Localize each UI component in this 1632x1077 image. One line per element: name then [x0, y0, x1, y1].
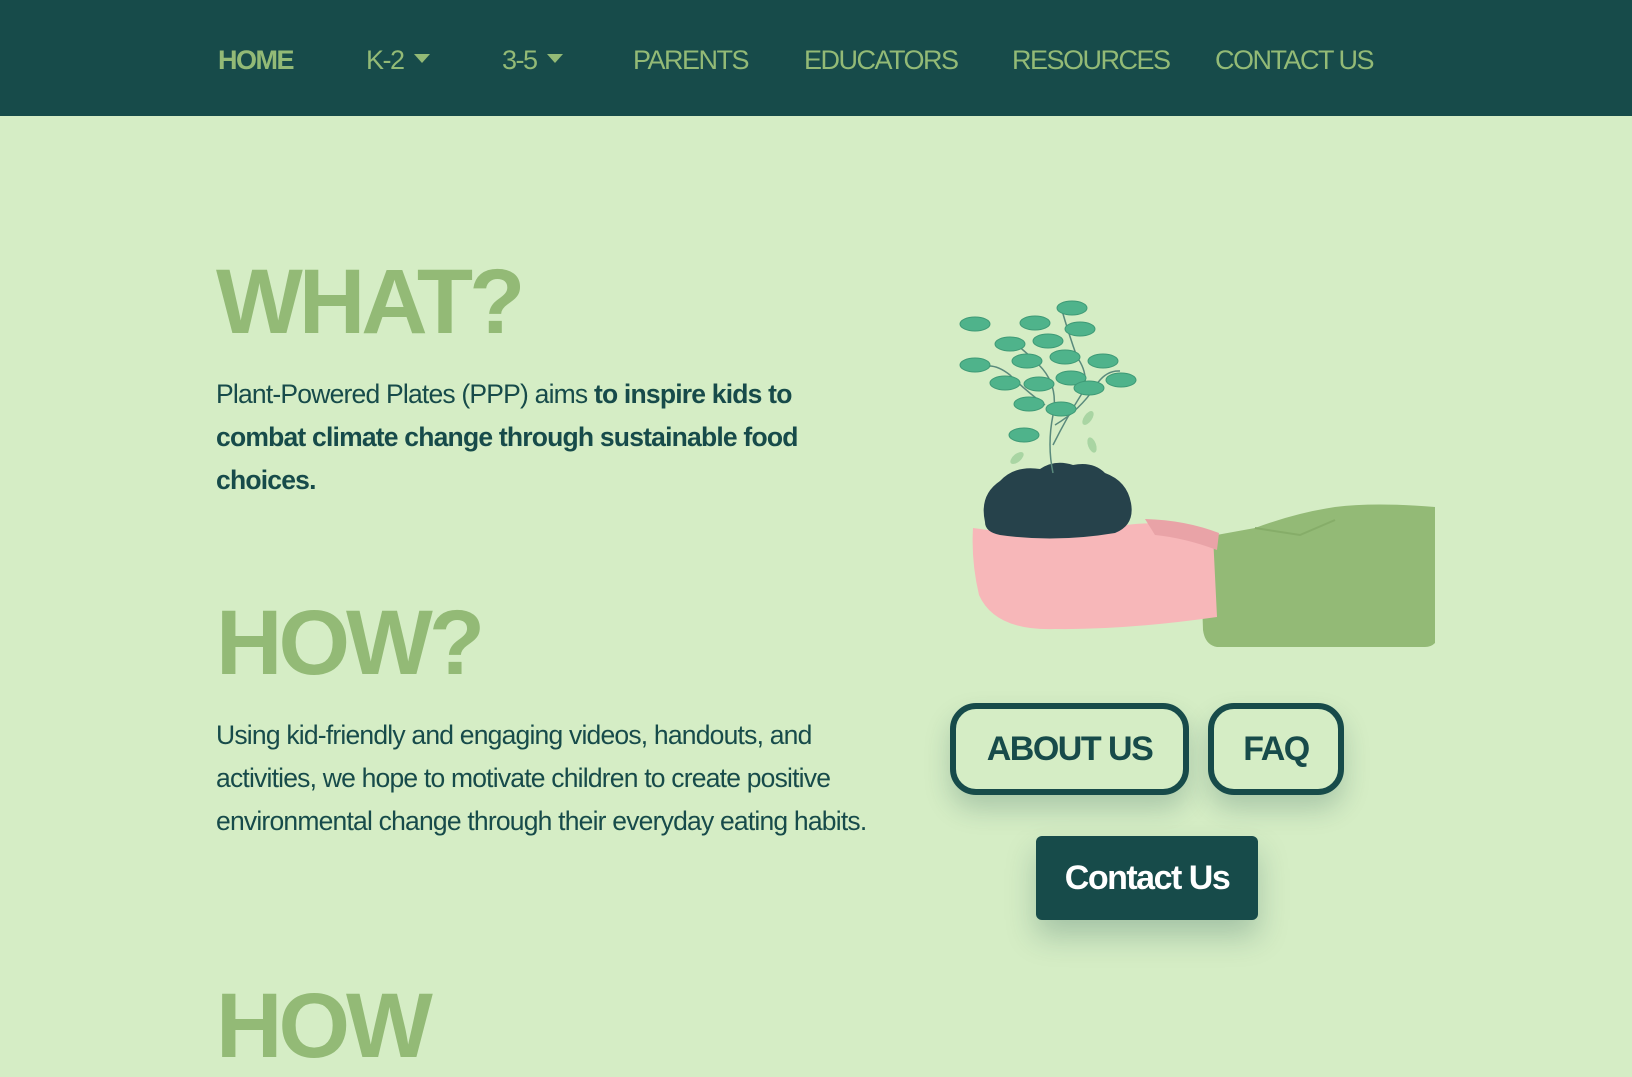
- nav-contact-us[interactable]: CONTACT US: [1215, 40, 1375, 80]
- nav-3-5-label: 3-5: [502, 45, 538, 75]
- about-us-button[interactable]: ABOUT US: [950, 703, 1189, 795]
- caret-down-icon: [413, 54, 430, 63]
- faq-button[interactable]: FAQ: [1208, 703, 1344, 795]
- what-text-plain: Plant-Powered Plates (PPP) aims: [216, 379, 594, 409]
- nav-home[interactable]: HOME: [218, 40, 295, 80]
- nav-educators[interactable]: EDUCATORS: [804, 40, 959, 80]
- contact-us-button[interactable]: Contact Us: [1036, 836, 1258, 920]
- nav-k2-label: K-2: [366, 45, 405, 75]
- nav-parents[interactable]: PARENTS: [633, 40, 750, 80]
- nav-3-5[interactable]: 3-5: [502, 40, 563, 80]
- what-paragraph: Plant-Powered Plates (PPP) aims to inspi…: [216, 373, 856, 502]
- top-navbar: HOME K-2 3-5 PARENTS EDUCATORS RESOURCES…: [0, 0, 1632, 116]
- nav-resources[interactable]: RESOURCES: [1012, 40, 1171, 80]
- how-heading: HOW?: [216, 592, 485, 694]
- caret-down-icon: [546, 54, 563, 63]
- what-heading: WHAT?: [216, 251, 525, 353]
- how-paragraph: Using kid-friendly and engaging videos, …: [216, 720, 867, 836]
- hand-holding-plant-illustration: [959, 300, 1435, 647]
- nav-k2[interactable]: K-2: [366, 40, 430, 80]
- next-section-heading: HOW: [216, 975, 433, 1077]
